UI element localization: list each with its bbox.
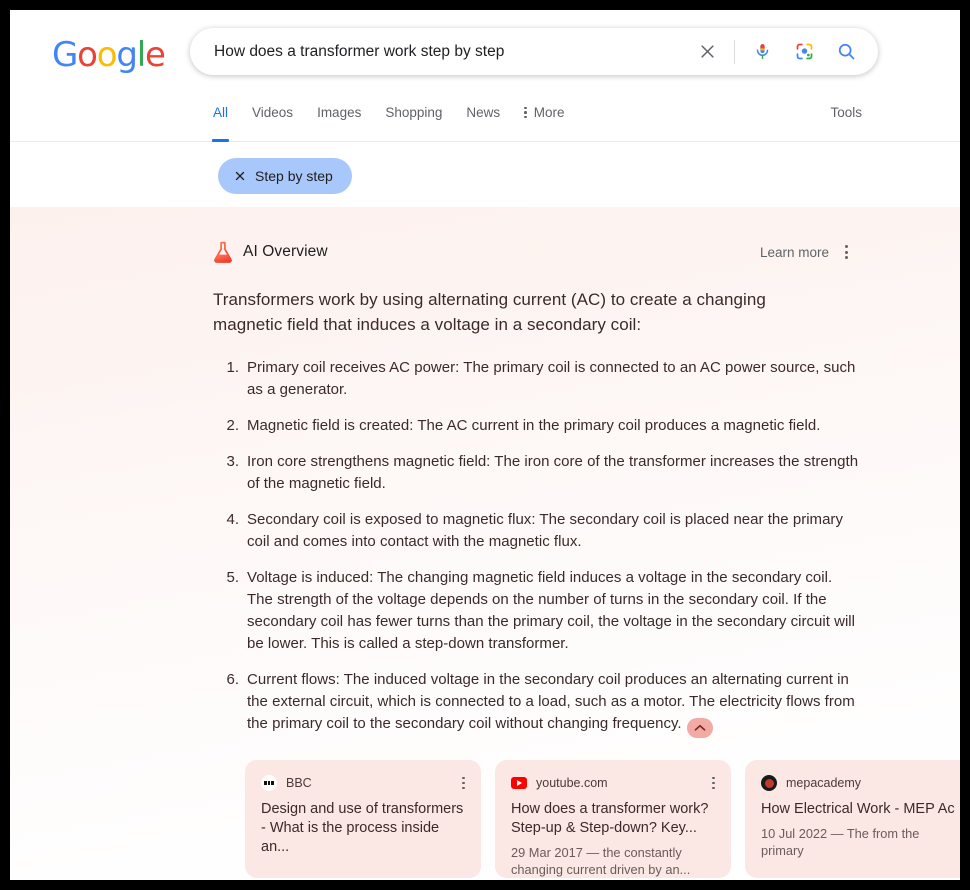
source-site-name: youtube.com — [536, 776, 608, 790]
step-text: Iron core strengthens magnetic field: Th… — [247, 453, 859, 492]
ai-overview-step: Voltage is induced: The changing magneti… — [217, 567, 861, 655]
tools-button[interactable]: Tools — [830, 105, 862, 120]
kebab-menu-icon — [524, 106, 527, 119]
browser-viewport: Google How does a transformer work step … — [10, 10, 960, 880]
chevron-up-icon[interactable] — [686, 718, 713, 738]
logo-letter-e: e — [145, 35, 166, 75]
ai-overview-step: Magnetic field is created: The AC curren… — [217, 415, 861, 437]
tab-news[interactable]: News — [466, 102, 500, 142]
more-filters-button[interactable]: More — [524, 102, 565, 120]
tab-images-label: Images — [317, 105, 362, 120]
ai-overview-header: AI Overview Learn more — [213, 241, 850, 263]
kebab-menu-icon[interactable] — [456, 776, 465, 790]
search-header: Google — [10, 10, 960, 102]
source-title: Design and use of transformers - What is… — [261, 801, 464, 855]
more-label: More — [533, 105, 565, 120]
tab-videos-label: Videos — [252, 105, 294, 120]
source-card[interactable]: youtube.com How does a transformer work?… — [495, 760, 731, 878]
tab-news-label: News — [466, 105, 501, 120]
source-card[interactable]: mepacademy How Electrical Work - MEP Ac … — [745, 760, 960, 878]
source-title: How Electrical Work - MEP Ac — [761, 801, 955, 817]
google-logo[interactable]: Google — [52, 35, 166, 75]
logo-letter-o2: o — [96, 35, 118, 75]
kebab-menu-icon[interactable] — [706, 776, 715, 790]
logo-letter-g1: G — [52, 35, 78, 75]
google-lens-icon[interactable] — [790, 38, 818, 66]
tab-images[interactable]: Images — [317, 102, 361, 142]
ai-overview-sources: BBC Design and use of transformers - Wha… — [245, 760, 960, 878]
search-bar[interactable] — [190, 28, 878, 75]
search-divider — [734, 39, 735, 64]
tools-label: Tools — [830, 105, 862, 120]
filter-chip-label: Step by step — [255, 168, 333, 184]
tab-shopping[interactable]: Shopping — [385, 102, 442, 142]
ai-overview-step: Primary coil receives AC power: The prim… — [217, 357, 861, 401]
source-snippet: 29 Mar 2017 — the constantly changing cu… — [511, 845, 691, 877]
ai-overview-panel: AI Overview Learn more Transformers work… — [10, 207, 960, 880]
microphone-icon[interactable] — [748, 38, 776, 66]
bbc-logo-icon — [261, 775, 277, 791]
youtube-logo-icon — [511, 777, 527, 789]
source-site-name: BBC — [286, 776, 312, 790]
source-card-header: BBC — [261, 774, 465, 792]
ai-overview-summary: Transformers work by using alternating c… — [213, 290, 766, 334]
magnifier-icon[interactable] — [832, 38, 860, 66]
search-input[interactable] — [212, 41, 693, 62]
close-x-icon[interactable] — [234, 170, 246, 182]
source-card[interactable]: BBC Design and use of transformers - Wha… — [245, 760, 481, 878]
ai-overview-step: Iron core strengthens magnetic field: Th… — [217, 451, 861, 495]
tab-all[interactable]: All — [211, 102, 230, 142]
step-text: Current flows: The induced voltage in th… — [247, 671, 855, 732]
kebab-menu-icon[interactable] — [843, 243, 850, 261]
logo-letter-l: l — [136, 35, 146, 75]
ai-overview-actions: Learn more — [760, 243, 850, 261]
logo-letter-o1: o — [77, 35, 98, 75]
step-text: Voltage is induced: The changing magneti… — [247, 569, 856, 652]
ai-overview-step: Secondary coil is exposed to magnetic fl… — [217, 509, 861, 553]
search-nav-bar: All Videos Images Shopping News More Too… — [10, 102, 960, 142]
mepacademy-logo-icon — [761, 775, 777, 791]
learn-more-link[interactable]: Learn more — [760, 245, 829, 260]
tab-all-label: All — [213, 105, 229, 120]
ai-overview-title: AI Overview — [243, 243, 328, 260]
tab-videos[interactable]: Videos — [252, 102, 293, 142]
source-title: How does a transformer work? Step-up & S… — [511, 801, 709, 836]
logo-letter-g2: g — [116, 35, 138, 75]
step-text: Secondary coil is exposed to magnetic fl… — [247, 511, 843, 550]
source-snippet: 10 Jul 2022 — The from the primary — [761, 826, 920, 858]
filter-chip-row: Step by step — [10, 143, 960, 207]
tab-shopping-label: Shopping — [385, 105, 443, 120]
flask-icon — [213, 241, 233, 263]
search-tabs: All Videos Images Shopping News More — [211, 102, 565, 142]
filter-chip-step-by-step[interactable]: Step by step — [218, 158, 352, 194]
source-card-header: youtube.com — [511, 774, 715, 792]
kebab-menu-icon[interactable] — [956, 777, 960, 790]
step-text: Magnetic field is created: The AC curren… — [247, 417, 821, 434]
close-x-icon[interactable] — [693, 38, 721, 66]
source-site-name: mepacademy — [786, 776, 862, 790]
ai-overview-step: Current flows: The induced voltage in th… — [217, 669, 861, 738]
ai-overview-steps: Primary coil receives AC power: The prim… — [213, 357, 861, 738]
step-text: Primary coil receives AC power: The prim… — [247, 359, 856, 398]
source-card-header: mepacademy — [761, 774, 960, 792]
